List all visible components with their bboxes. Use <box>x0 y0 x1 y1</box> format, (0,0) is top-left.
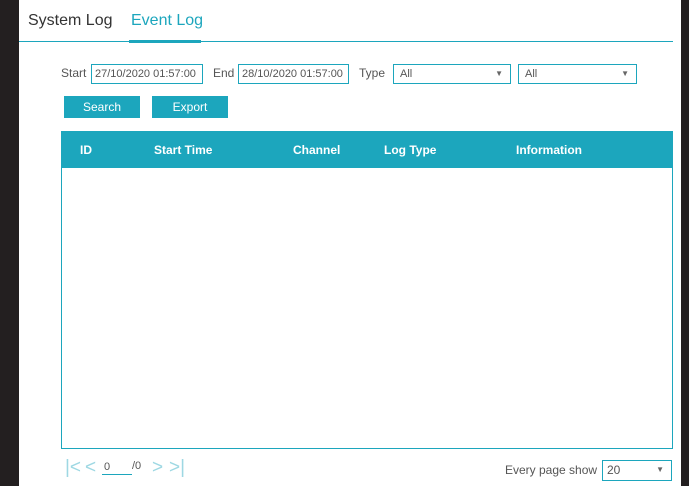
active-tab-indicator <box>129 40 201 43</box>
page-number-input[interactable]: 0 <box>102 460 132 475</box>
per-page-label: Every page show <box>505 463 598 477</box>
log-tabs: System Log Event Log <box>19 0 681 43</box>
start-time-field[interactable]: 27/10/2020 01:57:00 <box>91 64 203 84</box>
column-header-channel[interactable]: Channel <box>293 132 340 168</box>
end-time-field[interactable]: 28/10/2020 01:57:00 <box>238 64 349 84</box>
prev-page-icon[interactable]: < <box>85 458 96 478</box>
type-label: Type <box>359 66 386 80</box>
next-page-icon[interactable]: > <box>152 458 163 478</box>
dropdown-caret-icon: ▼ <box>621 69 629 78</box>
page-total: /0 <box>132 460 142 472</box>
per-page-select[interactable]: 20 ▼ <box>602 460 672 481</box>
last-page-icon[interactable]: >| <box>169 458 185 478</box>
type-select-value: All <box>400 68 413 80</box>
column-header-log-type[interactable]: Log Type <box>384 132 436 168</box>
end-label: End <box>213 66 235 80</box>
event-log-table: ID Start Time Channel Log Type Informati… <box>61 131 673 449</box>
subtype-select-value: All <box>525 68 538 80</box>
search-button[interactable]: Search <box>64 96 140 118</box>
tab-event-log[interactable]: Event Log <box>131 12 203 30</box>
tab-divider <box>19 41 673 42</box>
per-page-value: 20 <box>607 463 621 477</box>
column-header-start-time[interactable]: Start Time <box>154 132 212 168</box>
first-page-icon[interactable]: |< <box>65 458 81 478</box>
tab-system-log[interactable]: System Log <box>28 12 112 30</box>
subtype-select[interactable]: All ▼ <box>518 64 637 84</box>
column-header-id[interactable]: ID <box>80 132 92 168</box>
column-header-information[interactable]: Information <box>516 132 582 168</box>
table-header: ID Start Time Channel Log Type Informati… <box>62 132 672 168</box>
event-log-panel: System Log Event Log Start 27/10/2020 01… <box>19 0 681 486</box>
dropdown-caret-icon: ▼ <box>656 465 664 474</box>
start-label: Start <box>61 66 87 80</box>
type-select[interactable]: All ▼ <box>393 64 511 84</box>
dropdown-caret-icon: ▼ <box>495 69 503 78</box>
export-button[interactable]: Export <box>152 96 228 118</box>
